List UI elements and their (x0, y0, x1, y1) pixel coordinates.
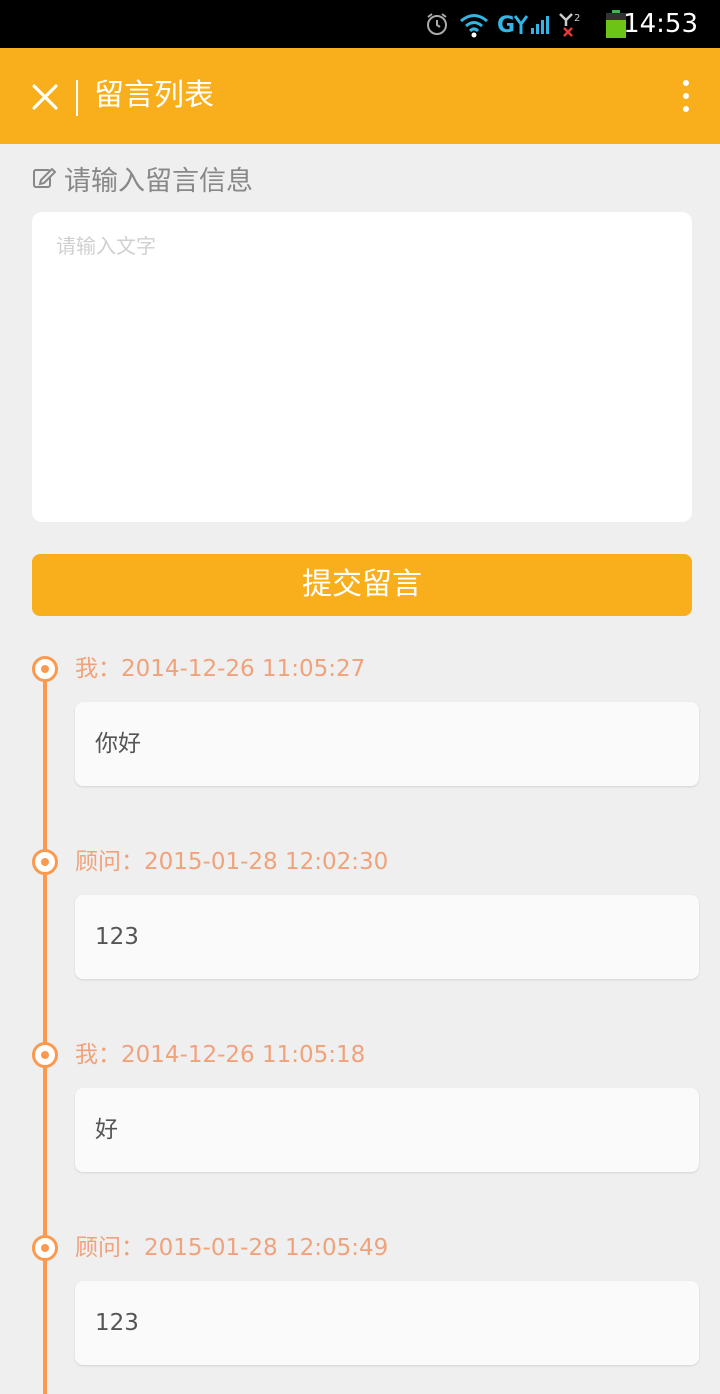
timeline-dot (32, 849, 58, 875)
meta-separator: ： (121, 849, 144, 875)
message-timestamp: 2014-12-26 11:05:18 (121, 1042, 366, 1068)
message-timestamp: 2015-01-28 12:05:49 (144, 1235, 389, 1261)
compose-label-text: 请输入留言信息 (64, 165, 253, 197)
message-meta: 我：2014-12-26 11:05:18 (75, 1040, 365, 1070)
title-divider (76, 80, 78, 116)
message-meta: 我：2014-12-26 11:05:27 (75, 654, 365, 684)
message-bubble: 123 (75, 1281, 699, 1365)
message-bubble: 好 (75, 1088, 699, 1172)
timeline-dot (32, 1235, 58, 1261)
submit-button[interactable]: 提交留言 (32, 554, 692, 616)
message-meta: 顾问：2015-01-28 12:02:30 (75, 847, 388, 877)
message-timestamp: 2015-01-28 12:02:30 (144, 849, 389, 875)
message-sender: 顾问 (75, 849, 121, 875)
message-bubble: 你好 (75, 702, 699, 786)
message-sender: 我 (75, 656, 98, 682)
wifi-icon (460, 14, 488, 38)
signal-icon: G (497, 13, 549, 38)
meta-separator: ： (98, 1042, 121, 1068)
message-timestamp: 2014-12-26 11:05:27 (121, 656, 366, 682)
sim2-signal-icon: 2 (559, 13, 580, 37)
meta-separator: ： (98, 656, 121, 682)
message-sender: 我 (75, 1042, 98, 1068)
status-bar: G 2 14:53 (0, 0, 720, 48)
edit-icon (33, 167, 56, 188)
alarm-icon (427, 13, 447, 35)
message-input[interactable] (32, 212, 692, 522)
more-options-button[interactable] (672, 74, 700, 122)
timeline-dot (32, 1042, 58, 1068)
message-bubble: 123 (75, 895, 699, 979)
page-title: 留言列表 (94, 78, 214, 113)
timeline-dot (32, 656, 58, 682)
app-bar: 留言列表 (0, 48, 720, 144)
message-sender: 顾问 (75, 1235, 121, 1261)
close-button[interactable] (24, 72, 68, 120)
status-time: 14:53 (623, 9, 698, 39)
meta-separator: ： (121, 1235, 144, 1261)
compose-label: 请输入留言信息 (32, 158, 253, 198)
message-meta: 顾问：2015-01-28 12:05:49 (75, 1233, 388, 1263)
svg-text:G: G (497, 13, 515, 38)
timeline-line (43, 668, 47, 1394)
close-icon (32, 84, 58, 110)
svg-text:2: 2 (574, 13, 580, 24)
